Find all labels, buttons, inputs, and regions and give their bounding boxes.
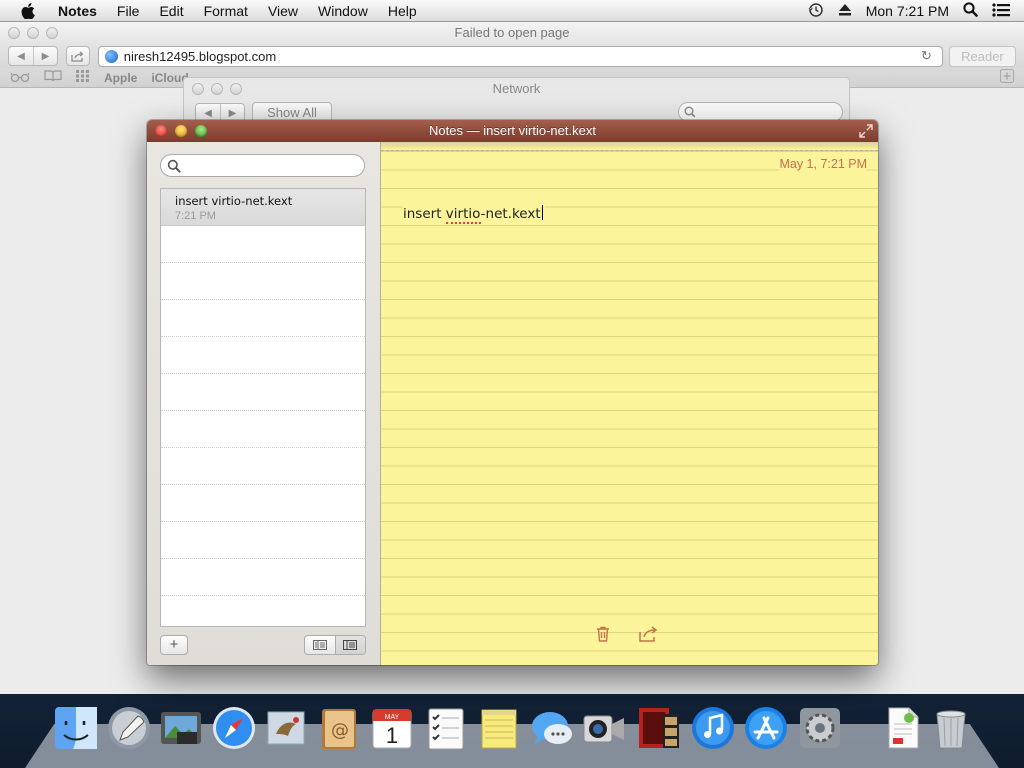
calendar-day: 1: [386, 723, 398, 748]
address-bar[interactable]: niresh12495.blogspot.com ↻: [97, 45, 943, 67]
list-item[interactable]: insert virtio-net.kext 7:21 PM: [161, 189, 365, 226]
note-date: May 1, 7:21 PM: [779, 157, 867, 171]
fullscreen-icon[interactable]: [859, 124, 873, 138]
svg-text:@: @: [331, 720, 349, 741]
minimize-icon[interactable]: [175, 125, 187, 137]
zoom-icon[interactable]: [46, 27, 58, 39]
menu-bar: Notes File Edit Format View Window Help …: [0, 0, 1024, 22]
notes-search-input[interactable]: [160, 154, 365, 177]
facetime-icon[interactable]: [580, 704, 628, 754]
menu-file[interactable]: File: [107, 0, 150, 22]
spelling-error-word[interactable]: virtio: [445, 206, 481, 224]
notes-titlebar[interactable]: Notes — insert virtio-net.kext: [147, 120, 878, 142]
photo-booth-icon[interactable]: [635, 704, 683, 754]
reminders-icon[interactable]: [422, 704, 470, 754]
list-item-empty: [161, 522, 365, 559]
share-button[interactable]: [66, 46, 90, 66]
safari-title: Failed to open page: [454, 25, 570, 40]
contacts-icon[interactable]: @: [315, 704, 363, 754]
document-icon[interactable]: [879, 704, 927, 754]
note-text-part: insert: [403, 206, 446, 222]
view-toggle: [304, 635, 366, 655]
note-editor[interactable]: May 1, 7:21 PM insert virtio-net.kext: [381, 142, 878, 665]
finder-icon[interactable]: [52, 704, 100, 754]
text-cursor: [541, 205, 543, 220]
safari-icon[interactable]: [210, 704, 258, 754]
reading-list-icon[interactable]: [10, 71, 30, 85]
bookmark-apple[interactable]: Apple: [104, 71, 137, 85]
bookmarks-icon[interactable]: [44, 70, 62, 85]
menu-view[interactable]: View: [258, 0, 308, 22]
spotlight-icon[interactable]: [963, 2, 978, 20]
list-item-empty: [161, 263, 365, 300]
share-icon: [71, 50, 84, 62]
note-body[interactable]: insert virtio-net.kext: [403, 205, 545, 224]
system-preferences-icon[interactable]: [796, 704, 844, 754]
messages-icon[interactable]: [528, 704, 576, 754]
network-title: Network: [492, 81, 541, 96]
dock: @ MAY 1: [0, 694, 1024, 768]
list-item-empty: [161, 411, 365, 448]
list-item-empty: [161, 485, 365, 522]
close-icon[interactable]: [8, 27, 20, 39]
trash-icon[interactable]: [596, 626, 610, 645]
itunes-icon[interactable]: [689, 704, 737, 754]
list-view-icon[interactable]: [305, 636, 335, 654]
list-item-empty: [161, 559, 365, 596]
network-search-input[interactable]: [678, 102, 843, 122]
time-machine-icon[interactable]: [808, 2, 824, 21]
notification-center-icon[interactable]: [992, 2, 1010, 20]
notes-window: Notes — insert virtio-net.kext insert vi…: [147, 120, 878, 665]
close-icon[interactable]: [155, 125, 167, 137]
notes-window-controls: [155, 125, 215, 137]
note-item-time: 7:21 PM: [175, 210, 216, 222]
safari-toolbar: ◀ ▶ niresh12495.blogspot.com ↻ Reader: [0, 44, 1024, 68]
safari-back-forward: ◀ ▶: [8, 46, 58, 66]
reader-button[interactable]: Reader: [948, 45, 1016, 67]
notes-list: insert virtio-net.kext 7:21 PM: [160, 188, 366, 627]
top-sites-icon[interactable]: [76, 70, 90, 85]
forward-icon[interactable]: ▶: [33, 47, 57, 65]
note-item-title: insert virtio-net.kext: [175, 194, 293, 208]
notes-window-title: Notes — insert virtio-net.kext: [429, 123, 596, 138]
menu-edit[interactable]: Edit: [149, 0, 193, 22]
reload-icon[interactable]: ↻: [921, 48, 932, 64]
split-view-icon[interactable]: [334, 636, 365, 654]
menu-help[interactable]: Help: [378, 0, 427, 22]
app-store-icon[interactable]: [742, 704, 790, 754]
list-item-empty: [161, 337, 365, 374]
apple-menu-icon[interactable]: [18, 1, 38, 21]
share-icon[interactable]: [639, 626, 659, 645]
image-capture-icon[interactable]: [157, 704, 205, 754]
list-item-empty: [161, 374, 365, 411]
search-icon: [167, 159, 181, 173]
safari-window-controls: [8, 27, 65, 42]
globe-icon: [104, 49, 118, 63]
menu-app-name[interactable]: Notes: [48, 0, 107, 22]
menu-clock[interactable]: Mon 7:21 PM: [866, 3, 949, 19]
eject-icon[interactable]: [838, 3, 852, 19]
list-item-empty: [161, 300, 365, 337]
menu-window[interactable]: Window: [308, 0, 378, 22]
launchpad-icon[interactable]: [105, 704, 153, 754]
calendar-month: MAY: [385, 714, 400, 721]
search-icon: [684, 106, 696, 118]
zoom-icon[interactable]: [195, 125, 207, 137]
minimize-icon[interactable]: [27, 27, 39, 39]
back-icon[interactable]: ◀: [9, 47, 33, 65]
notes-sidebar: insert virtio-net.kext 7:21 PM +: [147, 142, 381, 665]
note-text-part: -net.kext: [480, 206, 541, 222]
list-item-empty: [161, 448, 365, 485]
add-tab-icon[interactable]: [1000, 69, 1014, 86]
mail-icon[interactable]: [262, 704, 310, 754]
list-item-empty: [161, 226, 365, 263]
trash-icon[interactable]: [927, 704, 975, 754]
safari-titlebar: Failed to open page: [0, 22, 1024, 44]
address-url: niresh12495.blogspot.com: [123, 48, 277, 64]
notes-app-icon[interactable]: [475, 704, 523, 754]
add-note-button[interactable]: +: [160, 635, 188, 655]
calendar-icon[interactable]: MAY 1: [368, 704, 416, 754]
menu-format[interactable]: Format: [194, 0, 258, 22]
